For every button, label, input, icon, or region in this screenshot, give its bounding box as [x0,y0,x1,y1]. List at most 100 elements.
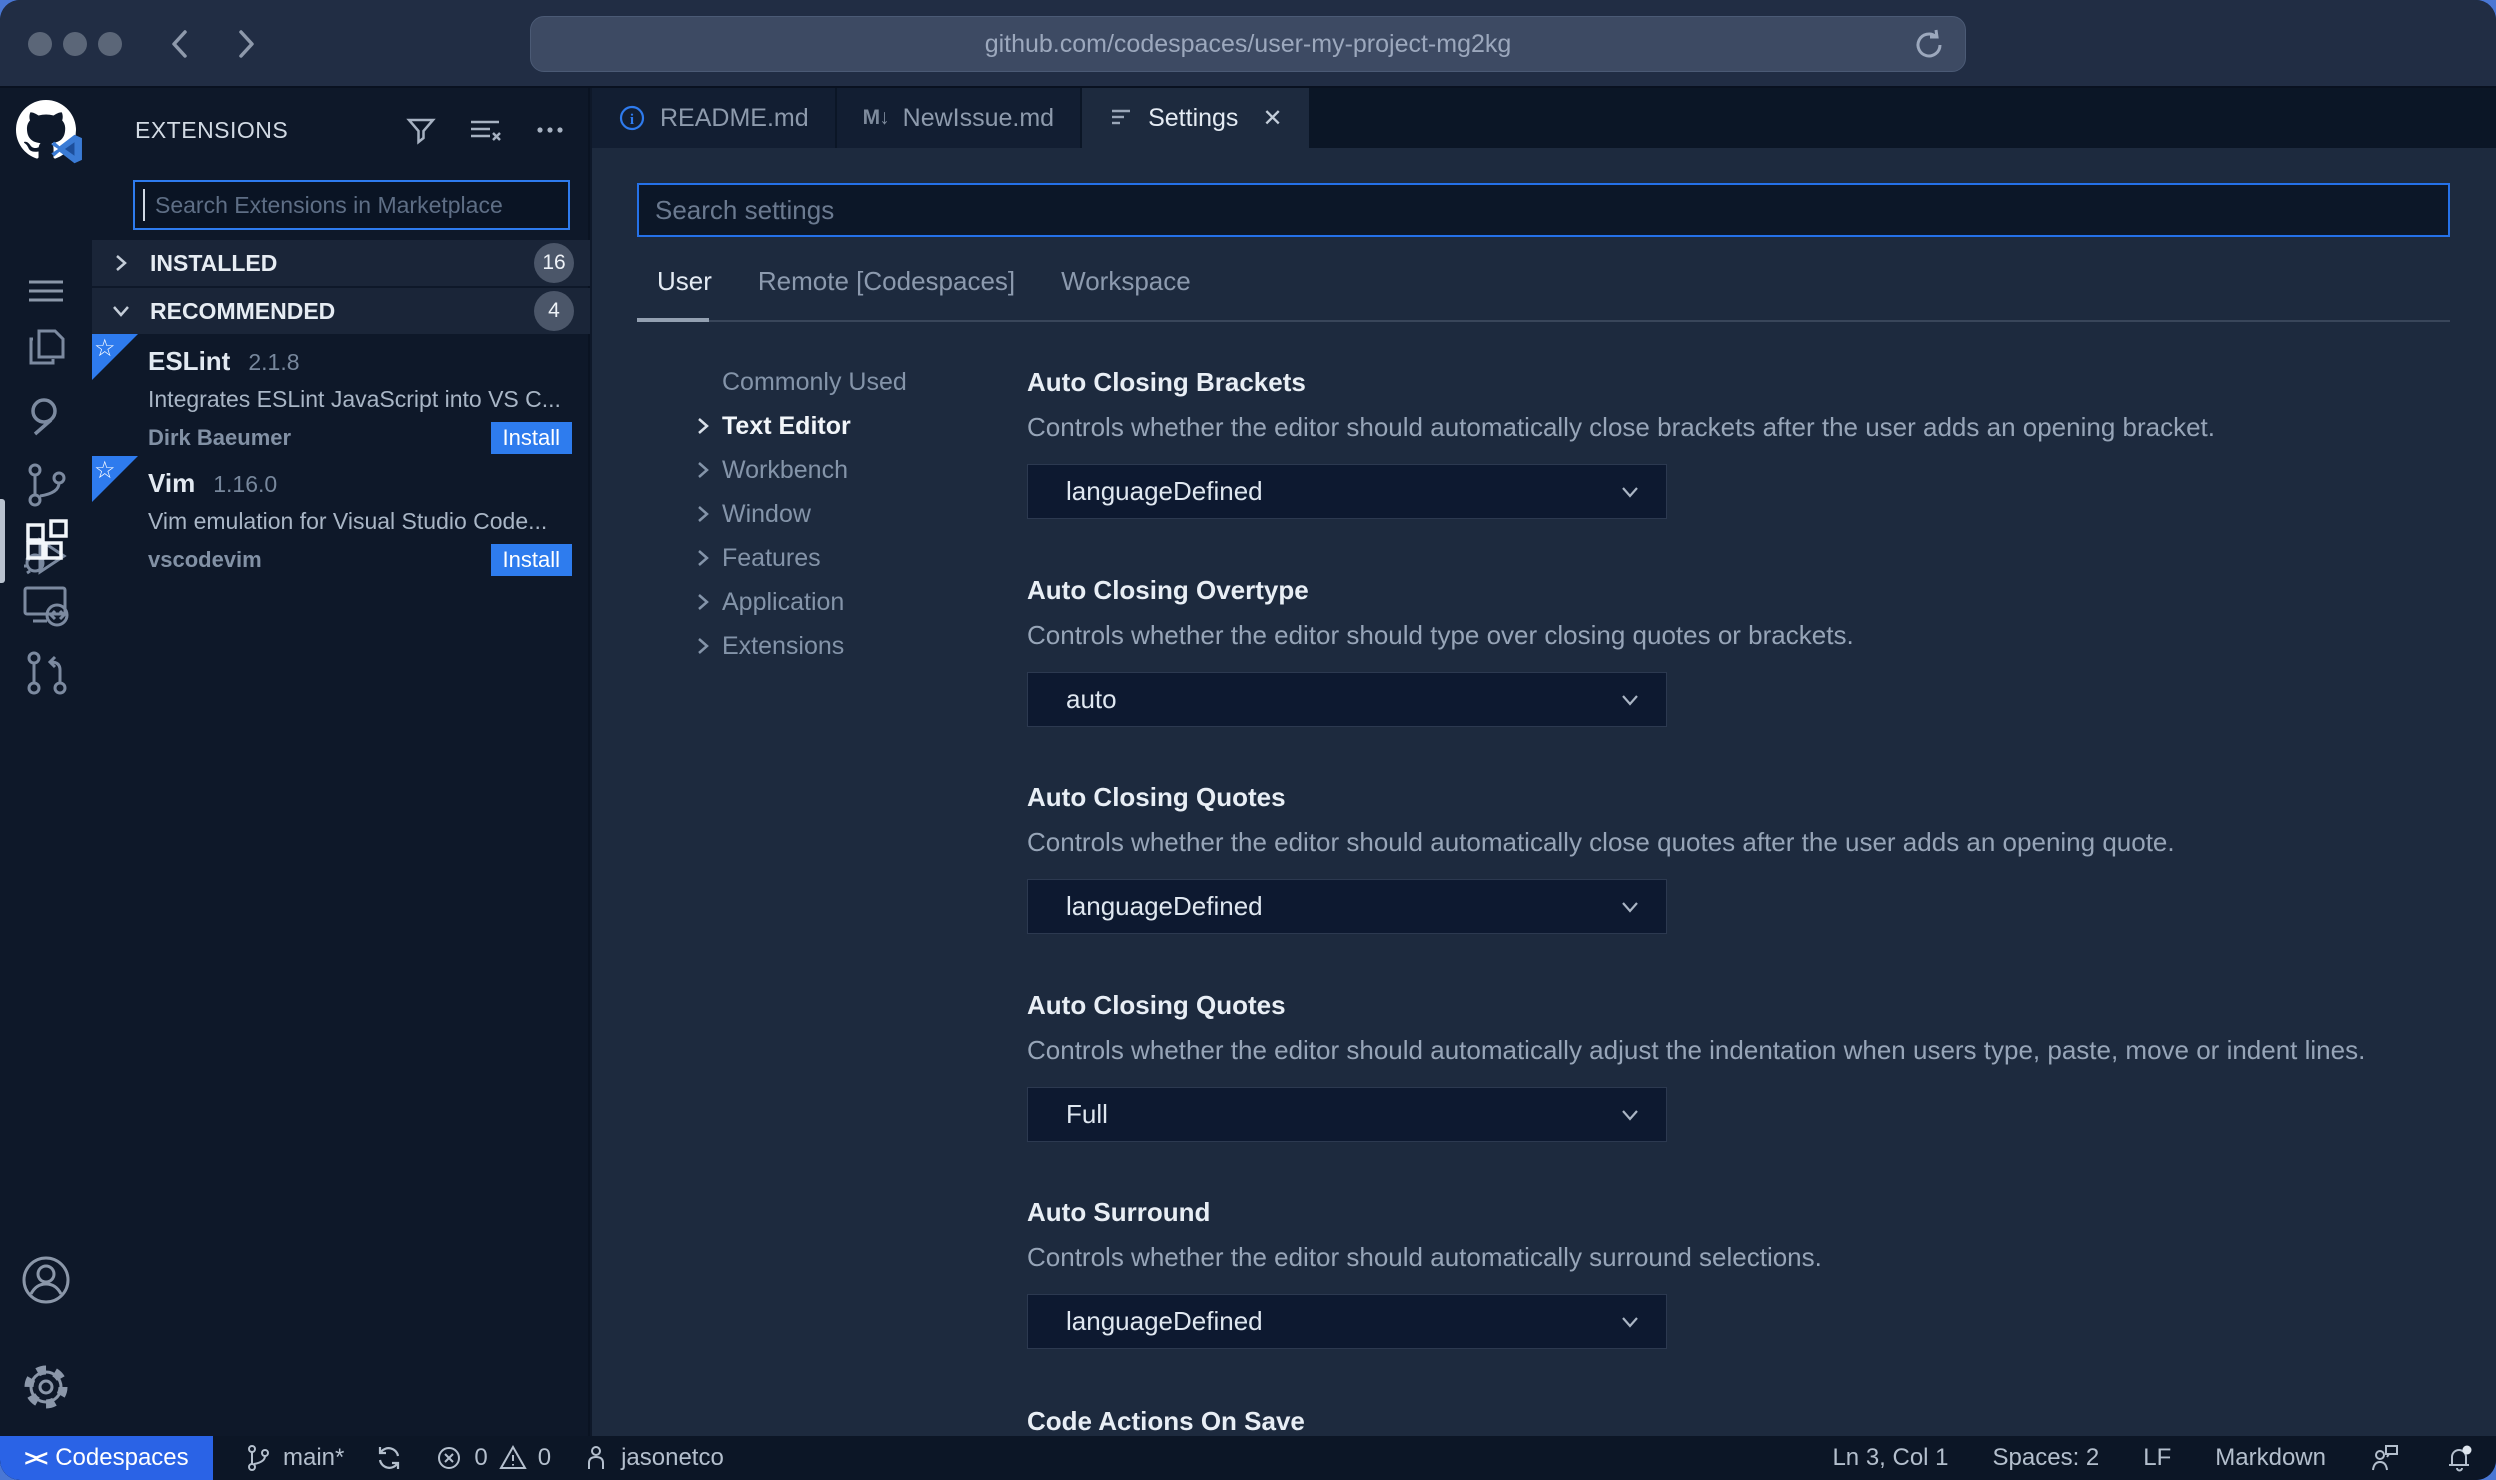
close-window-icon[interactable] [28,32,52,56]
remote-label: Codespaces [55,1444,189,1471]
count-badge: 16 [534,243,574,283]
eol-indicator[interactable]: LF [2143,1444,2171,1472]
minimize-window-icon[interactable] [63,32,87,56]
sync-status[interactable] [374,1443,404,1473]
install-button[interactable]: Install [490,422,572,454]
toc-application[interactable]: Application [684,580,1014,624]
tab-newissue[interactable]: M↓ NewIssue.md [836,88,1083,148]
chevron-right-icon [698,638,709,654]
filter-icon[interactable] [404,113,438,147]
scope-workspace[interactable]: Workspace [1061,266,1191,311]
chevron-right-icon [116,255,127,271]
sync-icon [379,1447,400,1469]
indentation[interactable]: Spaces: 2 [1993,1444,2100,1472]
clear-list-icon[interactable] [466,113,504,147]
pull-request-icon[interactable] [14,641,78,705]
scope-divider [637,320,2450,322]
branch-name: main* [283,1444,345,1471]
active-scope-underline [637,318,709,322]
auto-indent-select[interactable]: Full [1027,1087,1667,1142]
extension-version: 2.1.8 [248,349,300,375]
extensions-sidebar: EXTENSIONS INSTALLED 16 RECOMMENDED 4 ☆ … [92,88,590,1436]
auto-surround-select[interactable]: languageDefined [1027,1294,1667,1349]
chevron-down-icon [1622,1109,1638,1121]
search-icon[interactable] [14,384,78,448]
extension-item-eslint[interactable]: ☆ ESLint 2.1.8 Integrates ESLint JavaScr… [92,334,590,454]
cursor-position[interactable]: Ln 3, Col 1 [1832,1444,1948,1472]
toc-commonly-used[interactable]: Commonly Used [684,360,1014,404]
more-actions-icon[interactable] [532,113,568,147]
setting-auto-closing-brackets: Auto Closing Brackets Controls whether t… [1027,367,2496,519]
remote-indicator[interactable]: >< Codespaces [0,1436,213,1480]
settings-scope-tabs: User Remote [Codespaces] Workspace [657,266,1191,311]
tab-label: README.md [660,103,809,132]
scope-remote[interactable]: Remote [Codespaces] [758,266,1015,311]
user-status[interactable]: jasonetco [581,1443,724,1473]
extensions-search-box[interactable] [133,180,570,230]
auto-closing-brackets-select[interactable]: languageDefined [1027,464,1667,519]
count-badge: 4 [534,291,574,331]
browser-chrome: github.com/codespaces/user-my-project-mg… [0,0,2496,88]
settings-gear-icon[interactable] [14,1355,78,1419]
settings-search-input[interactable] [639,194,2448,226]
branch-icon [248,1445,269,1471]
tab-label: Settings [1148,103,1239,132]
chevron-down-icon [113,306,129,317]
chevron-right-icon [698,506,709,522]
branch-status[interactable]: main* [243,1443,344,1473]
settings-search-box[interactable] [637,183,2450,237]
feedback-icon[interactable] [2370,1443,2400,1473]
extensions-search-input[interactable] [145,191,568,219]
toc-workbench[interactable]: Workbench [684,448,1014,492]
chevron-down-icon [1622,901,1638,913]
extensions-icon[interactable] [14,509,78,573]
language-mode[interactable]: Markdown [2215,1444,2326,1472]
account-icon[interactable] [14,1248,78,1312]
source-control-icon[interactable] [14,453,78,517]
section-installed[interactable]: INSTALLED 16 [92,240,590,286]
chevron-right-icon [698,418,709,434]
problems-status[interactable]: 0 0 [434,1443,551,1473]
errors-icon [438,1447,461,1469]
back-icon[interactable] [158,22,202,66]
markdown-icon: M↓ [862,106,890,129]
setting-auto-closing-quotes: Auto Closing Quotes Controls whether the… [1027,782,2496,934]
toc-text-editor[interactable]: Text Editor [684,404,1014,448]
chevron-down-icon [1622,1316,1638,1328]
close-tab-icon[interactable]: ✕ [1262,104,1282,133]
setting-code-actions-on-save: Code Actions On Save [1027,1406,1305,1436]
window-controls[interactable] [28,32,122,56]
toc-extensions[interactable]: Extensions [684,624,1014,668]
extension-description: Vim emulation for Visual Studio Code... [148,508,548,534]
zoom-window-icon[interactable] [98,32,122,56]
github-codespaces-logo [14,98,82,164]
extension-item-vim[interactable]: ☆ Vim 1.16.0 Vim emulation for Visual St… [92,456,590,576]
status-bar: >< Codespaces main* 0 0 jasonetco Ln 3, … [0,1436,2496,1480]
scope-user[interactable]: User [657,266,712,311]
notifications-bell-icon[interactable] [2444,1443,2474,1473]
extension-author: Dirk Baeumer [148,425,292,450]
toc-window[interactable]: Window [684,492,1014,536]
setting-auto-indent: Auto Closing Quotes Controls whether the… [1027,990,2496,1142]
section-recommended[interactable]: RECOMMENDED 4 [92,288,590,334]
recommended-ribbon: ☆ [92,334,138,380]
explorer-icon[interactable] [14,314,78,378]
setting-auto-closing-overtype: Auto Closing Overtype Controls whether t… [1027,575,2496,727]
recommended-ribbon: ☆ [92,456,138,502]
tab-label: NewIssue.md [902,103,1055,132]
extension-author: vscodevim [148,547,262,572]
tab-settings[interactable]: Settings ✕ [1082,88,1311,148]
refresh-icon[interactable] [1911,27,1947,63]
activity-bar [0,88,92,1436]
remote-explorer-icon[interactable] [14,573,78,637]
remote-icon: >< [24,1444,48,1471]
tab-readme[interactable]: i README.md [592,88,837,148]
toc-features[interactable]: Features [684,536,1014,580]
address-bar[interactable]: github.com/codespaces/user-my-project-mg… [530,16,1966,72]
auto-closing-quotes-select[interactable]: languageDefined [1027,879,1667,934]
install-button[interactable]: Install [490,544,572,576]
warnings-count: 0 [537,1444,552,1471]
auto-closing-overtype-select[interactable]: auto [1027,672,1667,727]
chevron-right-icon [698,594,709,610]
forward-icon[interactable] [224,22,268,66]
